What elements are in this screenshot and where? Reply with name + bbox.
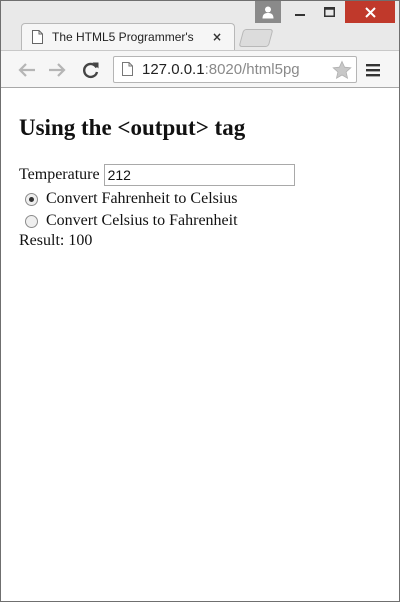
browser-window: The HTML5 Programmer's × 127.0.0.1:8020/… [0, 0, 400, 602]
reload-button[interactable] [81, 60, 101, 80]
page-content: Using the <output> tag Temperature Conve… [1, 89, 399, 601]
hamburger-menu-icon[interactable] [365, 62, 381, 78]
browser-toolbar: 127.0.0.1:8020/html5pg [1, 50, 399, 88]
temperature-input[interactable] [103, 164, 295, 186]
page-heading: Using the <output> tag [19, 115, 246, 140]
result-row: Result: 100 [19, 232, 92, 252]
option-fahrenheit-to-celsius[interactable]: Convert Fahrenheit to Celsius [25, 189, 238, 209]
temperature-label: Temperature [19, 166, 100, 183]
temperature-row: Temperature [19, 164, 295, 186]
option-celsius-to-fahrenheit[interactable]: Convert Celsius to Fahrenheit [25, 211, 238, 231]
back-arrow-icon [18, 63, 35, 77]
star-icon[interactable] [332, 60, 352, 80]
back-button[interactable] [17, 60, 37, 80]
close-window-button[interactable] [345, 1, 395, 23]
page-icon [32, 30, 43, 44]
result-label: Result: [19, 232, 65, 249]
new-tab-button[interactable] [238, 29, 274, 47]
minimize-icon [295, 14, 305, 16]
url-path: :8020/html5pg [204, 61, 300, 78]
reload-icon [83, 62, 99, 79]
forward-button[interactable] [47, 60, 67, 80]
user-icon[interactable] [255, 1, 281, 23]
radio-fahrenheit-to-celsius[interactable] [25, 192, 38, 206]
url-host: 127.0.0.1 [142, 61, 205, 78]
page-icon [122, 62, 133, 76]
title-bar: The HTML5 Programmer's × [1, 1, 399, 51]
close-icon [364, 6, 376, 18]
tab-close-button[interactable]: × [210, 29, 224, 45]
url-text: 127.0.0.1:8020/html5pg [142, 60, 338, 80]
option-label: Convert Fahrenheit to Celsius [46, 190, 238, 207]
radio-celsius-to-fahrenheit[interactable] [25, 214, 38, 228]
maximize-icon [323, 7, 335, 17]
minimize-button[interactable] [287, 1, 313, 23]
forward-arrow-icon [49, 63, 66, 77]
result-output: 100 [68, 232, 93, 249]
tab-title: The HTML5 Programmer's [52, 30, 194, 44]
tab-active[interactable]: The HTML5 Programmer's × [21, 23, 235, 51]
address-bar[interactable]: 127.0.0.1:8020/html5pg [113, 56, 357, 83]
maximize-button[interactable] [315, 1, 343, 23]
option-label: Convert Celsius to Fahrenheit [46, 212, 238, 229]
